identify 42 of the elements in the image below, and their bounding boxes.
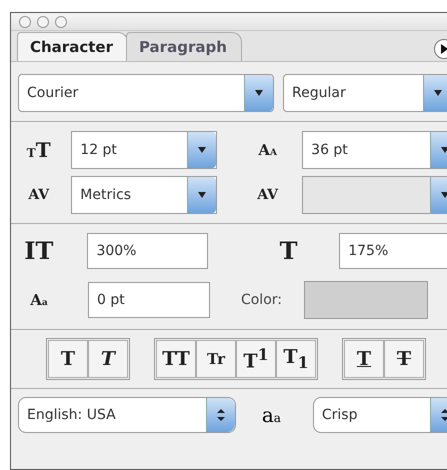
caret-icon bbox=[254, 89, 264, 97]
color-label: Color: bbox=[240, 292, 282, 308]
tab[interactable]: Paragraph bbox=[126, 32, 242, 61]
caret-icon bbox=[440, 146, 447, 154]
antialias-icon: aa bbox=[252, 403, 291, 427]
caret-icon bbox=[433, 89, 443, 97]
language-dropdown[interactable]: English: USA bbox=[18, 397, 236, 433]
dropdown[interactable]: 12 pt bbox=[71, 131, 218, 169]
input-field[interactable]: 175% bbox=[339, 233, 447, 269]
caret-icon bbox=[440, 191, 447, 199]
dropdown[interactable]: 36 pt bbox=[302, 131, 447, 169]
underline-button[interactable]: T bbox=[344, 340, 384, 378]
smallcaps-button[interactable]: Tr bbox=[196, 340, 236, 378]
font-family-dropdown[interactable]: Courier bbox=[18, 74, 274, 112]
bold-button[interactable]: T bbox=[48, 340, 88, 378]
caret-icon bbox=[197, 191, 208, 199]
size-icon: TT bbox=[18, 140, 60, 160]
zoom-button[interactable] bbox=[55, 16, 67, 28]
caps-button[interactable]: TT bbox=[156, 340, 196, 378]
color-swatch[interactable] bbox=[304, 281, 428, 319]
leading-icon: AA bbox=[246, 142, 288, 158]
stepper-icon bbox=[440, 408, 447, 422]
baseline-icon: Aa bbox=[18, 292, 60, 308]
strike-button[interactable]: T bbox=[384, 340, 424, 378]
caret-icon bbox=[197, 146, 208, 154]
horizontal-icon: T bbox=[268, 239, 310, 263]
input-field[interactable]: 300% bbox=[87, 233, 208, 269]
stepper-icon bbox=[216, 408, 226, 422]
super-button[interactable]: T$^{1}$ bbox=[236, 340, 276, 378]
font-style-dropdown[interactable]: Regular bbox=[283, 74, 447, 112]
minimize-button[interactable] bbox=[37, 16, 49, 28]
input-field[interactable]: 0 pt bbox=[88, 282, 210, 318]
vertical-icon: IT bbox=[18, 239, 60, 263]
close-button[interactable] bbox=[19, 16, 31, 28]
kerning-icon: AV bbox=[18, 188, 60, 202]
italic-button[interactable]: T bbox=[88, 340, 128, 378]
antialias-dropdown[interactable]: Crisp bbox=[312, 397, 447, 433]
tab[interactable]: Character bbox=[17, 32, 128, 61]
dropdown[interactable]: Metrics bbox=[71, 176, 218, 214]
tracking-icon: AV bbox=[246, 188, 288, 202]
triangle-icon bbox=[440, 44, 447, 54]
sub-button[interactable]: T$_{1}$ bbox=[276, 340, 316, 378]
